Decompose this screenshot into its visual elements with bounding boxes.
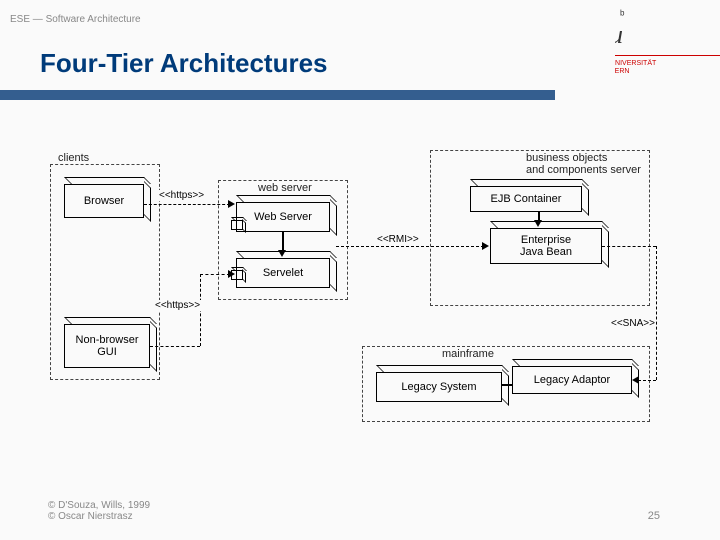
node-nonbrowser-gui: Non-browser GUI [64, 324, 150, 368]
port-web-server [231, 220, 243, 230]
node-ejb-container: EJB Container [470, 186, 582, 212]
breadcrumb: ESE — Software Architecture [10, 14, 141, 25]
edge-servlet-ejb [336, 246, 484, 247]
edge-legacy-adap [502, 384, 512, 386]
page-title: Four-Tier Architectures [40, 48, 328, 79]
edge-nb-servlet-h [150, 346, 200, 347]
edgelbl-https-2: <<https>> [154, 300, 201, 311]
logo-divider [600, 55, 720, 56]
node-legacy-adaptor: Legacy Adaptor [512, 366, 632, 394]
node-web-server: Web Server [236, 202, 330, 232]
arrow-websrv-servlet [278, 250, 286, 257]
architecture-diagram: clients web server business objects and … [50, 150, 670, 450]
arrow-ejbcont-ejb [534, 220, 542, 227]
arrow-ejb-sna [632, 376, 639, 384]
node-browser: Browser [64, 184, 144, 218]
logo-b-glyph: b [620, 8, 624, 24]
group-bizserver-label: business objects and components server [526, 152, 646, 176]
group-webserver-label: web server [258, 182, 312, 194]
edge-ejb-sna-h1 [602, 246, 656, 247]
edge-ejb-sna-h2 [638, 380, 656, 381]
group-clients-label: clients [58, 152, 89, 164]
edge-websrv-servlet [282, 232, 284, 252]
title-underline [0, 90, 560, 100]
edgelbl-rmi: <<RMI>> [376, 234, 420, 245]
title-logo-mask [555, 0, 615, 100]
node-legacy-system: Legacy System [376, 372, 502, 402]
arrow-servlet-ejb [482, 242, 489, 250]
node-ejb: Enterprise Java Bean [490, 228, 602, 264]
edge-browser-websrv [144, 204, 230, 205]
group-mainframe-label: mainframe [442, 348, 494, 360]
page-number: 25 [648, 510, 660, 522]
edge-nb-servlet-h2 [200, 274, 230, 275]
edgelbl-sna: <<SNA>> [610, 318, 656, 329]
arrow-nb-servlet [228, 270, 235, 278]
university-logo: u b UNIVERSITÄT BERN [600, 0, 720, 100]
credit-text: © D'Souza, Wills, 1999 © Oscar Nierstras… [48, 500, 150, 522]
arrow-browser-websrv [228, 200, 235, 208]
edgelbl-https-1: <<https>> [158, 190, 205, 201]
logo-text: UNIVERSITÄT BERN [610, 60, 656, 77]
node-servlet: Servelet [236, 258, 330, 288]
edge-ejb-sna-v [656, 246, 657, 380]
